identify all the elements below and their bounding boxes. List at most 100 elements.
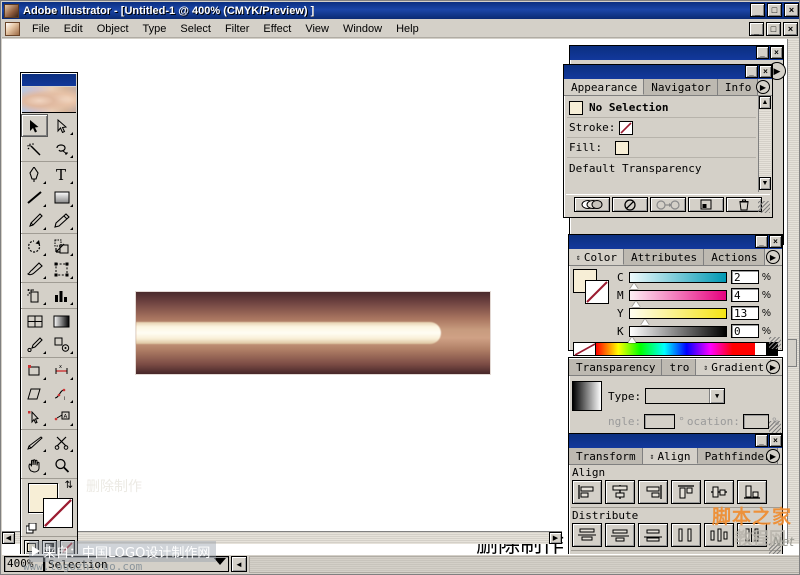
tab-gradient[interactable]: ⇕ Gradient <box>696 359 771 375</box>
vertical-distribute-bottom-button[interactable] <box>638 523 668 547</box>
appearance-palette-menu-icon[interactable]: ▶ <box>756 80 770 94</box>
reshape-tool[interactable]: i <box>48 382 75 405</box>
color-slider-k-knob[interactable] <box>628 337 636 343</box>
delete-selected-item-button[interactable] <box>726 197 762 212</box>
clear-appearance-button[interactable] <box>612 197 648 212</box>
new-art-has-basic-appearance-button[interactable] <box>574 197 610 212</box>
shear-tool[interactable] <box>21 382 48 405</box>
stroke-swatch[interactable] <box>43 498 73 528</box>
spectrum-none-swatch[interactable] <box>574 343 596 355</box>
blend-tool[interactable] <box>48 333 75 356</box>
chevron-down-icon[interactable]: ▼ <box>709 389 724 403</box>
gradient-palette-menu-icon[interactable]: ▶ <box>766 360 780 374</box>
menu-effect[interactable]: Effect <box>256 22 298 36</box>
color-slider-m-knob[interactable] <box>632 301 640 307</box>
appearance-scroll-up-button[interactable]: ▲ <box>759 96 771 109</box>
eyedropper-tool[interactable] <box>21 333 48 356</box>
gradient-palette-resize-grip[interactable] <box>769 421 781 433</box>
vertical-align-top-button[interactable] <box>671 480 701 504</box>
status-prev-button[interactable]: ◄ <box>231 556 247 572</box>
document-vertical-scrollbar[interactable] <box>787 39 800 544</box>
dock-edge-handle[interactable] <box>787 339 797 367</box>
appearance-row-no-selection[interactable]: No Selection <box>567 98 756 118</box>
tab-navigator[interactable]: Navigator <box>644 79 718 95</box>
color-palette-title-bar[interactable]: _ × <box>569 235 782 249</box>
menu-help[interactable]: Help <box>389 22 426 36</box>
background-palette-minimize-button[interactable]: _ <box>756 46 769 59</box>
appearance-palette-resize-grip[interactable] <box>758 201 770 213</box>
horizontal-distribute-center-button[interactable] <box>704 523 734 547</box>
scale-measure-tool[interactable]: x <box>48 359 75 382</box>
color-palette-resize-grip[interactable] <box>769 337 781 349</box>
appearance-palette-scrollbar[interactable]: ▲ ▼ <box>758 96 771 192</box>
tab-transform[interactable]: Transform <box>569 448 643 464</box>
color-value-c[interactable]: 2 <box>731 270 759 284</box>
default-fill-stroke-icon[interactable] <box>26 523 37 534</box>
tab-color[interactable]: ⇕ Color <box>569 249 624 265</box>
color-palette-menu-icon[interactable]: ▶ <box>766 250 780 264</box>
zoom-tool[interactable] <box>48 454 75 477</box>
horizontal-distribute-left-button[interactable] <box>671 523 701 547</box>
toolbox-title-bar[interactable] <box>22 74 76 86</box>
horizontal-align-left-button[interactable] <box>572 480 602 504</box>
free-transform-tool[interactable] <box>48 258 75 281</box>
swap-fill-stroke-icon[interactable]: ⇅ <box>65 481 73 491</box>
align-palette-minimize-button[interactable]: _ <box>755 434 768 447</box>
minimize-button[interactable]: _ <box>750 3 765 17</box>
gradient-type-select[interactable]: ▼ <box>645 388 725 404</box>
symbol-sprayer-tool[interactable] <box>21 284 48 307</box>
chevron-down-icon[interactable] <box>214 558 226 565</box>
document-canvas[interactable]: 删除制作 删除制作 ◀ ▶ <box>2 39 562 544</box>
vertical-distribute-top-button[interactable] <box>572 523 602 547</box>
color-palette-minimize-button[interactable]: _ <box>755 235 768 248</box>
direct-select-path-tool[interactable] <box>21 405 48 428</box>
tab-appearance[interactable]: Appearance <box>564 79 644 95</box>
symbol-screen-tool[interactable]: A <box>48 405 75 428</box>
tab-info[interactable]: Info <box>718 79 759 95</box>
mesh-tool[interactable] <box>21 310 48 333</box>
color-value-k[interactable]: 0 <box>731 324 759 338</box>
scroll-right-button[interactable]: ▶ <box>549 532 562 544</box>
rotate-tool[interactable] <box>21 235 48 258</box>
color-stroke-proxy-swatch[interactable] <box>585 280 609 304</box>
background-palette-close-button[interactable]: × <box>770 46 783 59</box>
vertical-distribute-center-button[interactable] <box>605 523 635 547</box>
warp-tool[interactable] <box>21 258 48 281</box>
gradient-preview-thumbnail[interactable] <box>572 381 602 411</box>
tab-transparency[interactable]: Transparency <box>569 359 662 375</box>
horizontal-scroll-track[interactable] <box>15 532 549 544</box>
appearance-scroll-down-button[interactable]: ▼ <box>759 177 771 190</box>
menu-edit[interactable]: Edit <box>57 22 90 36</box>
color-slider-m[interactable] <box>629 290 727 301</box>
color-palette-close-button[interactable]: × <box>769 235 782 248</box>
scroll-left-button[interactable]: ◀ <box>2 532 15 544</box>
slice-tool[interactable] <box>21 359 48 382</box>
color-slider-c[interactable] <box>629 272 727 283</box>
appearance-palette-minimize-button[interactable]: _ <box>745 65 758 78</box>
appearance-row-stroke[interactable]: Stroke: <box>567 118 756 138</box>
background-palette-title-bar[interactable]: _ × <box>570 46 783 60</box>
column-graph-tool[interactable] <box>48 284 75 307</box>
color-slider-y[interactable] <box>629 308 727 319</box>
appearance-row-transparency[interactable]: Default Transparency <box>567 158 756 178</box>
menu-file[interactable]: File <box>25 22 57 36</box>
menu-window[interactable]: Window <box>336 22 389 36</box>
lasso-tool[interactable] <box>48 137 75 160</box>
paintbrush-tool[interactable] <box>21 209 48 232</box>
align-palette-title-bar[interactable]: _ × <box>569 434 782 448</box>
color-slider-y-knob[interactable] <box>641 319 649 325</box>
horizontal-align-right-button[interactable] <box>638 480 668 504</box>
color-spectrum-bar[interactable] <box>573 342 778 356</box>
tab-stroke[interactable]: tro <box>662 359 696 375</box>
gradient-tool[interactable] <box>48 310 75 333</box>
menu-type[interactable]: Type <box>136 22 174 36</box>
color-fill-button[interactable] <box>24 540 39 555</box>
document-minimize-button[interactable]: _ <box>749 22 764 36</box>
gradient-fill-button[interactable] <box>42 540 57 555</box>
artwork-gradient-rod[interactable] <box>135 291 491 375</box>
color-slider-k[interactable] <box>629 326 727 337</box>
appearance-scroll-track[interactable] <box>759 109 771 177</box>
align-palette-menu-icon[interactable]: ▶ <box>766 449 780 463</box>
hand-tool[interactable] <box>21 454 48 477</box>
status-selector[interactable]: Selection <box>44 556 229 572</box>
